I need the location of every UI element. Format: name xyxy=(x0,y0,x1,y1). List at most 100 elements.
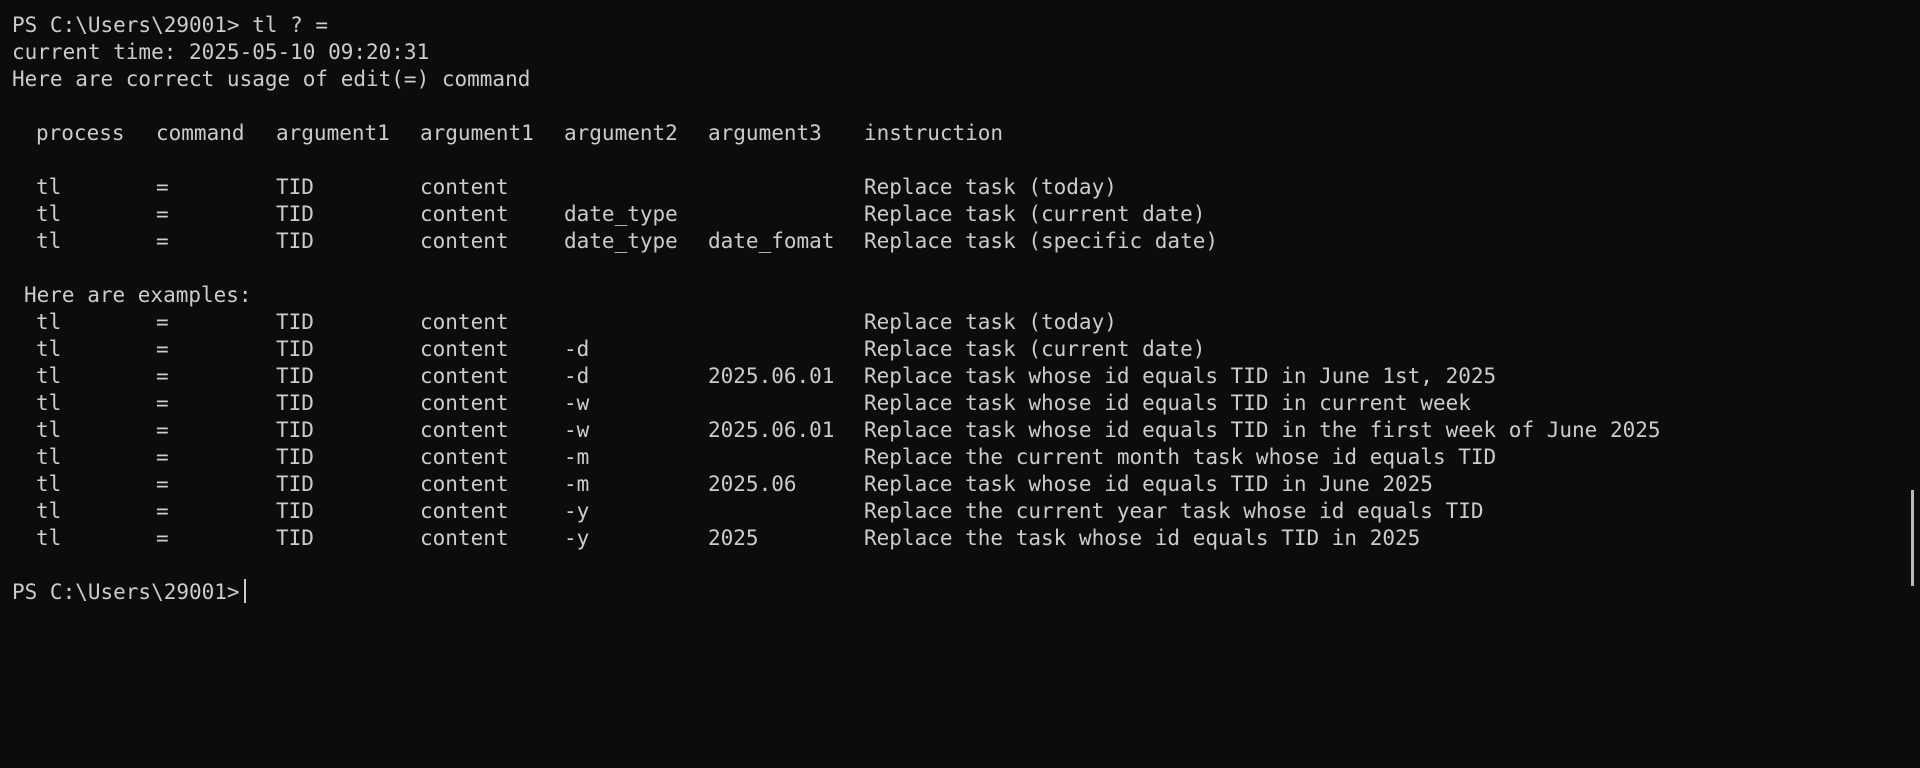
example-row: tl = TID content -d Replace task (curren… xyxy=(12,336,1205,363)
example-row: tl = TID content -y 2025 Replace the tas… xyxy=(12,525,1420,552)
cell-content: content xyxy=(420,445,509,469)
cell-date-format: 2025.06.01 xyxy=(708,364,835,388)
header-argument3: argument3 xyxy=(708,121,822,145)
cell-date-format: 2025.06.01 xyxy=(708,418,835,442)
terminal-output[interactable]: PS C:\Users\29001> tl ? = current time: … xyxy=(12,12,1661,606)
usage-row: tl = TID content date_type Replace task … xyxy=(12,201,1205,228)
cell-argument1: TID xyxy=(276,445,314,469)
header-argument2: argument2 xyxy=(564,121,678,145)
cell-date-type: -m xyxy=(564,445,590,469)
cell-date-type: -d xyxy=(564,337,590,361)
header-argument1: argument1 xyxy=(276,121,390,145)
cell-date-type: -w xyxy=(564,418,590,442)
cell-process: tl xyxy=(36,445,62,469)
header-argument1-second: argument1 xyxy=(420,121,534,145)
command-line: PS C:\Users\29001> tl ? = xyxy=(12,13,329,37)
cell-command: = xyxy=(156,175,169,199)
header-instruction: instruction xyxy=(864,121,1004,145)
cell-content: content xyxy=(420,229,509,253)
cell-command: = xyxy=(156,472,169,496)
cell-command: = xyxy=(156,499,169,523)
cell-command: = xyxy=(156,202,169,226)
example-row: tl = TID content -w 2025.06.01 Replace t… xyxy=(12,417,1661,444)
cell-date-type: -y xyxy=(564,526,590,550)
cell-argument1: TID xyxy=(276,175,314,199)
cell-argument2: date_type xyxy=(564,202,678,226)
cell-argument1: TID xyxy=(276,364,314,388)
cell-argument1: TID xyxy=(276,310,314,334)
cell-command: = xyxy=(156,310,169,334)
cell-instruction: Replace the current month task whose id … xyxy=(864,445,1497,469)
usage-row: tl = TID content Replace task (today) xyxy=(12,174,1117,201)
cell-command: = xyxy=(156,391,169,415)
cell-command: = xyxy=(156,364,169,388)
usage-heading: Here are correct usage of edit(=) comman… xyxy=(12,67,531,91)
cell-content: content xyxy=(420,202,509,226)
cell-content: content xyxy=(420,526,509,550)
cell-process: tl xyxy=(36,229,62,253)
cell-argument1: TID xyxy=(276,526,314,550)
cell-instruction: Replace task (specific date) xyxy=(864,229,1219,253)
header-process: process xyxy=(36,121,125,145)
example-row: tl = TID content -y Replace the current … xyxy=(12,498,1484,525)
cell-content: content xyxy=(420,310,509,334)
cell-instruction: Replace task whose id equals TID in June… xyxy=(864,472,1433,496)
example-row: tl = TID content -m 2025.06 Replace task… xyxy=(12,471,1433,498)
cell-process: tl xyxy=(36,364,62,388)
example-row: tl = TID content -m Replace the current … xyxy=(12,444,1496,471)
cell-instruction: Replace the task whose id equals TID in … xyxy=(864,526,1421,550)
cell-content: content xyxy=(420,175,509,199)
prompt-line[interactable]: PS C:\Users\29001> xyxy=(12,579,530,606)
cell-argument1: TID xyxy=(276,337,314,361)
cell-instruction: Replace task whose id equals TID in June… xyxy=(864,364,1497,388)
text-cursor xyxy=(243,579,246,603)
cell-instruction: Replace task (today) xyxy=(864,175,1117,199)
cell-instruction: Replace task (today) xyxy=(864,310,1117,334)
cell-date-format: 2025 xyxy=(708,526,759,550)
cell-process: tl xyxy=(36,472,62,496)
cell-process: tl xyxy=(36,337,62,361)
cell-content: content xyxy=(420,391,509,415)
cell-process: tl xyxy=(36,499,62,523)
cell-date-format: 2025.06 xyxy=(708,472,797,496)
cell-date-type: -d xyxy=(564,364,590,388)
examples-heading: Here are examples: xyxy=(24,283,252,307)
cell-content: content xyxy=(420,472,509,496)
cell-date-type: -y xyxy=(564,499,590,523)
cell-process: tl xyxy=(36,202,62,226)
current-time-line: current time: 2025-05-10 09:20:31 xyxy=(12,40,430,64)
prompt-text: PS C:\Users\29001> xyxy=(12,580,240,604)
header-command: command xyxy=(156,121,245,145)
cell-argument1: TID xyxy=(276,472,314,496)
cell-command: = xyxy=(156,337,169,361)
vertical-scrollbar[interactable] xyxy=(1911,490,1914,586)
example-row: tl = TID content Replace task (today) xyxy=(12,309,1117,336)
cell-instruction: Replace task (current date) xyxy=(864,202,1206,226)
example-row: tl = TID content -w Replace task whose i… xyxy=(12,390,1471,417)
cell-instruction: Replace task whose id equals TID in the … xyxy=(864,418,1661,442)
cell-date-type: -w xyxy=(564,391,590,415)
cell-content: content xyxy=(420,418,509,442)
cell-command: = xyxy=(156,229,169,253)
cell-instruction: Replace task (current date) xyxy=(864,337,1206,361)
cell-argument1: TID xyxy=(276,391,314,415)
cell-argument1: TID xyxy=(276,229,314,253)
cell-process: tl xyxy=(36,310,62,334)
cell-argument3: date_fomat xyxy=(708,229,835,253)
cell-process: tl xyxy=(36,175,62,199)
cell-argument2: date_type xyxy=(564,229,678,253)
usage-table-header: process command argument1 argument1 argu… xyxy=(12,120,1003,147)
example-row: tl = TID content -d 2025.06.01 Replace t… xyxy=(12,363,1496,390)
usage-row: tl = TID content date_type date_fomat Re… xyxy=(12,228,1218,255)
cell-argument1: TID xyxy=(276,418,314,442)
cell-process: tl xyxy=(36,526,62,550)
cell-instruction: Replace task whose id equals TID in curr… xyxy=(864,391,1471,415)
cell-content: content xyxy=(420,499,509,523)
cell-argument1: TID xyxy=(276,499,314,523)
cell-command: = xyxy=(156,418,169,442)
cell-content: content xyxy=(420,337,509,361)
